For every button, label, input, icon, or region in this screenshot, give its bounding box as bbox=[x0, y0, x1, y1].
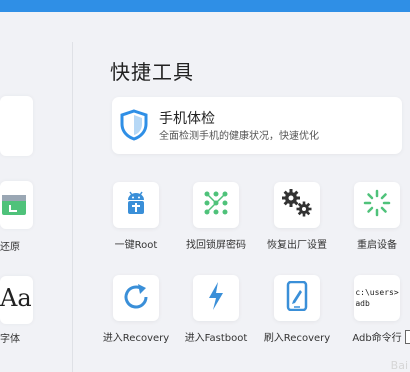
terminal-icon: c:\users> adb bbox=[355, 287, 398, 309]
recover-lock-password-tile[interactable] bbox=[193, 182, 239, 228]
phone-edit-icon bbox=[285, 280, 309, 315]
adb-line-1: c:\users> bbox=[355, 288, 399, 297]
refresh-arrow-icon bbox=[122, 282, 150, 314]
flash-recovery-label: 刷入Recovery bbox=[263, 333, 331, 344]
column-divider bbox=[72, 42, 73, 372]
font-aa-icon: Aa bbox=[0, 284, 32, 312]
one-key-root-tile[interactable] bbox=[113, 182, 159, 228]
lightning-icon bbox=[206, 281, 226, 315]
checkup-description: 全面检测手机的健康状况，快速优化 bbox=[159, 131, 319, 142]
enter-fastboot-tool[interactable]: 进入Fastboot bbox=[178, 275, 254, 344]
adb-line-2: adb bbox=[355, 299, 370, 308]
recover-lock-password-tool[interactable]: 找回锁屏密码 bbox=[178, 182, 254, 251]
section-title: 快捷工具 bbox=[110, 60, 194, 84]
gears-icon bbox=[281, 188, 313, 222]
factory-reset-tile[interactable] bbox=[274, 182, 320, 228]
enter-fastboot-tile[interactable] bbox=[193, 275, 239, 321]
restart-device-label: 重启设备 bbox=[357, 240, 397, 251]
enter-recovery-label: 进入Recovery bbox=[102, 333, 170, 344]
adb-command-tool[interactable]: c:\users> adb Adb命令行 bbox=[339, 275, 410, 344]
left-card-top[interactable] bbox=[0, 96, 33, 156]
left-card-restore[interactable] bbox=[0, 181, 33, 229]
flash-recovery-tile[interactable] bbox=[274, 275, 320, 321]
enter-fastboot-label: 进入Fastboot bbox=[184, 333, 248, 344]
restart-device-tool[interactable]: 重启设备 bbox=[339, 182, 410, 251]
recover-lock-password-label: 找回锁屏密码 bbox=[186, 240, 246, 251]
android-root-icon bbox=[122, 189, 150, 221]
flash-recovery-tool[interactable]: 刷入Recovery bbox=[259, 275, 335, 344]
restart-spinner-icon bbox=[363, 189, 391, 221]
shield-icon bbox=[120, 109, 148, 145]
one-key-root-label: 一键Root bbox=[114, 240, 158, 251]
scrollbar-thumb[interactable] bbox=[405, 330, 410, 344]
factory-reset-tool[interactable]: 恢复出厂设置 bbox=[259, 182, 335, 251]
top-bar bbox=[0, 0, 410, 12]
enter-recovery-tile[interactable] bbox=[113, 275, 159, 321]
pattern-lock-icon bbox=[203, 190, 229, 220]
adb-command-label: Adb命令行 bbox=[352, 333, 402, 344]
restart-device-tile[interactable] bbox=[354, 182, 400, 228]
adb-command-tile[interactable]: c:\users> adb bbox=[354, 275, 400, 321]
one-key-root-tool[interactable]: 一键Root bbox=[98, 182, 174, 251]
enter-recovery-tool[interactable]: 进入Recovery bbox=[98, 275, 174, 344]
factory-reset-label: 恢复出厂设置 bbox=[267, 240, 327, 251]
watermark: Bai bbox=[390, 359, 408, 372]
left-card-font[interactable]: Aa bbox=[0, 276, 33, 324]
calendar-icon bbox=[2, 193, 28, 217]
left-label-restore: 还原 bbox=[0, 242, 20, 253]
left-label-font: 字体 bbox=[0, 334, 20, 345]
phone-checkup-card[interactable]: 手机体检 全面检测手机的健康状况，快速优化 bbox=[112, 97, 402, 154]
checkup-title: 手机体检 bbox=[159, 111, 215, 127]
